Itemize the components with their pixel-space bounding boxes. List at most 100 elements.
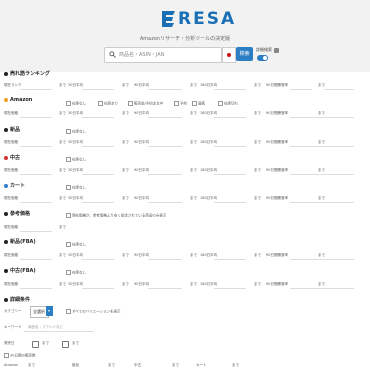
avg180-input[interactable] xyxy=(214,89,246,90)
amazon-flags-row: 在庫なし 在庫あり 販売前/予約注文中 予約 直販 在庫切れ xyxy=(4,100,366,108)
date-row: 発売日 まで まで xyxy=(4,340,366,348)
checkbox[interactable] xyxy=(4,353,9,358)
price-input[interactable] xyxy=(20,231,52,232)
checkbox[interactable] xyxy=(98,101,103,106)
avg30-input[interactable] xyxy=(82,146,114,147)
checkbox[interactable] xyxy=(66,213,71,218)
avg90-input[interactable] xyxy=(148,174,182,175)
avg90-input[interactable] xyxy=(148,259,182,260)
avg30-label: 30日平均 xyxy=(68,253,83,257)
price-input[interactable] xyxy=(20,117,52,118)
checkbox[interactable] xyxy=(66,242,71,247)
price-input[interactable] xyxy=(20,259,52,260)
change90-input[interactable] xyxy=(290,117,354,118)
avg30-label: 30日平均 xyxy=(68,168,83,172)
avg180-input[interactable] xyxy=(214,288,246,289)
japan-flag-icon[interactable] xyxy=(222,47,236,63)
avg30-input[interactable] xyxy=(82,202,114,203)
flag-label: 在庫なし xyxy=(72,157,86,162)
flag-label: 在庫なし xyxy=(72,242,86,247)
avg180-input[interactable] xyxy=(214,117,246,118)
keyword-input[interactable]: 商品名・ブランドなど xyxy=(28,325,63,330)
avg30-input[interactable] xyxy=(82,174,114,175)
to-label: まで xyxy=(254,253,261,257)
to-label: まで xyxy=(122,111,129,115)
current-price-label: 現在価格 xyxy=(4,111,18,115)
ranking-dot-icon xyxy=(4,71,8,76)
avg90-input[interactable] xyxy=(148,89,182,90)
avg180-input[interactable] xyxy=(214,259,246,260)
to-label: まで xyxy=(254,282,261,286)
checkbox[interactable] xyxy=(192,101,197,106)
search-placeholder: 商品名・ASIN・JAN xyxy=(119,52,165,58)
category-dropdown-button[interactable] xyxy=(46,306,53,316)
change90-max-input[interactable] xyxy=(324,89,354,90)
current-price-label: 現在価格 xyxy=(4,196,18,200)
change90-input[interactable] xyxy=(290,89,312,90)
avg30-input[interactable] xyxy=(82,89,114,90)
avg30-input[interactable] xyxy=(82,288,114,289)
resa-logo[interactable]: RESA xyxy=(160,6,236,32)
tagline: Amazonリサーチ・分析ツールの決定版 xyxy=(139,36,231,42)
avg90-label: 90日平均 xyxy=(134,168,149,172)
amazon-flag-label: 直販 xyxy=(198,101,205,106)
current-price-label: 現在価格 xyxy=(4,282,18,286)
to-label: まで xyxy=(122,282,129,286)
section-detail: 詳細条件 xyxy=(4,296,30,303)
change90-input[interactable] xyxy=(290,146,354,147)
avg30-input[interactable] xyxy=(82,117,114,118)
checkbox[interactable] xyxy=(66,157,71,162)
to-label: まで xyxy=(190,282,197,286)
avg180-input[interactable] xyxy=(214,202,246,203)
price-input[interactable] xyxy=(20,202,52,203)
change90-label: 90日間騰落率 xyxy=(266,253,288,257)
current-price-label: 現在価格 xyxy=(4,168,18,172)
to-label: まで xyxy=(190,83,197,87)
to-label: まで xyxy=(318,282,325,286)
advanced-search-label: 詳細検索 xyxy=(256,47,279,53)
checkbox[interactable] xyxy=(174,101,179,106)
rank-min-input[interactable] xyxy=(20,89,52,90)
avg30-label: 30日平均 xyxy=(68,111,83,115)
change90-input[interactable] xyxy=(290,174,354,175)
price-input[interactable] xyxy=(20,174,52,175)
search-button[interactable]: 検索 xyxy=(236,47,253,61)
flag-label: 在庫なし xyxy=(72,129,86,134)
to-label: まで xyxy=(318,168,325,172)
avg90-input[interactable] xyxy=(148,202,182,203)
to-label: まで xyxy=(59,168,66,172)
to-label: まで xyxy=(122,168,129,172)
new-flag-row: 在庫なし xyxy=(4,128,366,136)
to-label: まで xyxy=(172,363,179,367)
checkbox[interactable] xyxy=(66,101,71,106)
change90-input[interactable] xyxy=(290,288,354,289)
avg180-label: 180日平均 xyxy=(200,253,218,257)
flag-label: 在庫なし xyxy=(72,270,86,275)
change90-input[interactable] xyxy=(290,259,354,260)
to-label: まで xyxy=(42,341,49,345)
checkbox[interactable] xyxy=(66,185,71,190)
avg90-input[interactable] xyxy=(148,288,182,289)
avg180-label: 180日平均 xyxy=(200,83,218,87)
avg90-input[interactable] xyxy=(148,146,182,147)
price-input[interactable] xyxy=(20,288,52,289)
avg180-input[interactable] xyxy=(214,174,246,175)
bottom-label: カート xyxy=(196,363,207,367)
search-input[interactable]: 商品名・ASIN・JAN xyxy=(104,47,222,63)
calendar-icon[interactable] xyxy=(62,341,69,348)
checkbox[interactable] xyxy=(66,270,71,275)
avg180-input[interactable] xyxy=(214,146,246,147)
logo-mark-icon xyxy=(162,11,175,27)
avg30-label: 30日平均 xyxy=(68,282,83,286)
avg90-input[interactable] xyxy=(148,117,182,118)
checkbox[interactable] xyxy=(66,129,71,134)
advanced-toggle[interactable] xyxy=(257,55,268,61)
change90-input[interactable] xyxy=(290,202,354,203)
settings-icon[interactable] xyxy=(274,47,279,53)
checkbox[interactable] xyxy=(66,309,71,314)
avg30-input[interactable] xyxy=(82,259,114,260)
price-input[interactable] xyxy=(20,146,52,147)
checkbox[interactable] xyxy=(218,101,223,106)
calendar-icon[interactable] xyxy=(32,341,39,348)
checkbox[interactable] xyxy=(128,101,133,106)
